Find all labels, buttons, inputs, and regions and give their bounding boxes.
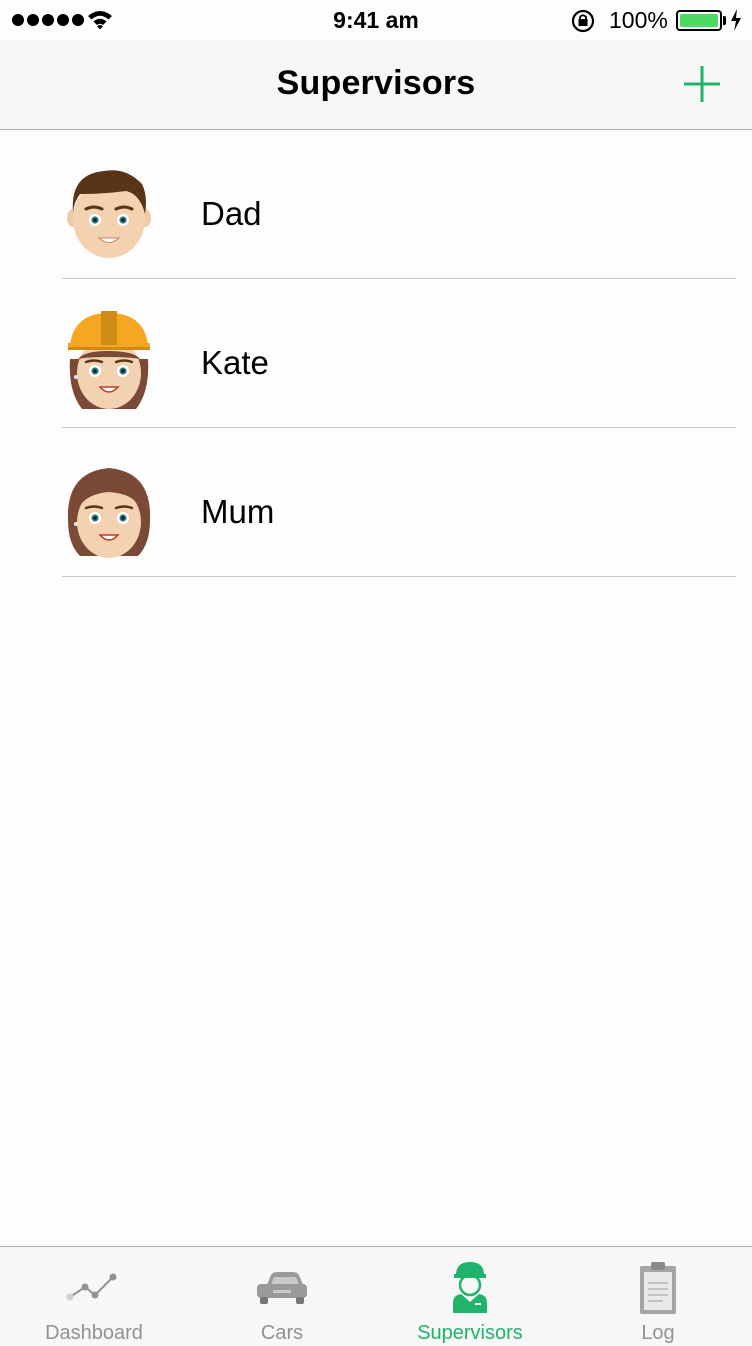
charging-bolt-icon [731, 9, 741, 31]
chart-line-icon [66, 1273, 117, 1301]
supervisor-name: Dad [201, 195, 262, 232]
list-item[interactable]: Mum [0, 428, 752, 577]
supervisor-name: Kate [201, 344, 269, 381]
man-avatar-icon [67, 170, 151, 258]
navigation-bar: Supervisors [0, 40, 752, 130]
clipboard-icon [640, 1262, 676, 1314]
tab-label: Supervisors [417, 1322, 523, 1344]
screen: 9:41 am 100% Supervisors Dad Kate Mum Da… [0, 0, 752, 1346]
row-separator [62, 576, 736, 577]
tab-supervisors[interactable]: Supervisors [376, 1247, 564, 1346]
list-item[interactable]: Dad [0, 130, 752, 279]
plus-icon [684, 66, 720, 102]
supervisor-icon [453, 1262, 487, 1313]
tab-cars[interactable]: Cars [188, 1247, 376, 1346]
battery-icon [676, 10, 722, 31]
car-icon [257, 1272, 307, 1304]
tab-label: Cars [260, 1322, 304, 1344]
battery-tip [723, 16, 726, 25]
battery-percent: 100% [609, 7, 668, 33]
woman-hardhat-avatar-icon [68, 311, 150, 409]
add-supervisor-button[interactable] [680, 62, 724, 106]
page-title: Supervisors [276, 64, 476, 102]
supervisor-list: Dad Kate Mum [0, 130, 752, 577]
tab-log[interactable]: Log [564, 1247, 752, 1346]
status-bar: 9:41 am 100% [0, 0, 752, 40]
tab-label: Dashboard [45, 1322, 143, 1344]
tab-bar: Dashboard Cars Supervisors Log [0, 1246, 752, 1346]
tab-dashboard[interactable]: Dashboard [0, 1247, 188, 1346]
woman-avatar-icon [67, 468, 151, 558]
list-item[interactable]: Kate [0, 279, 752, 428]
supervisor-name: Mum [201, 493, 275, 530]
rotation-lock-icon [571, 9, 595, 33]
tab-label: Log [641, 1322, 675, 1344]
